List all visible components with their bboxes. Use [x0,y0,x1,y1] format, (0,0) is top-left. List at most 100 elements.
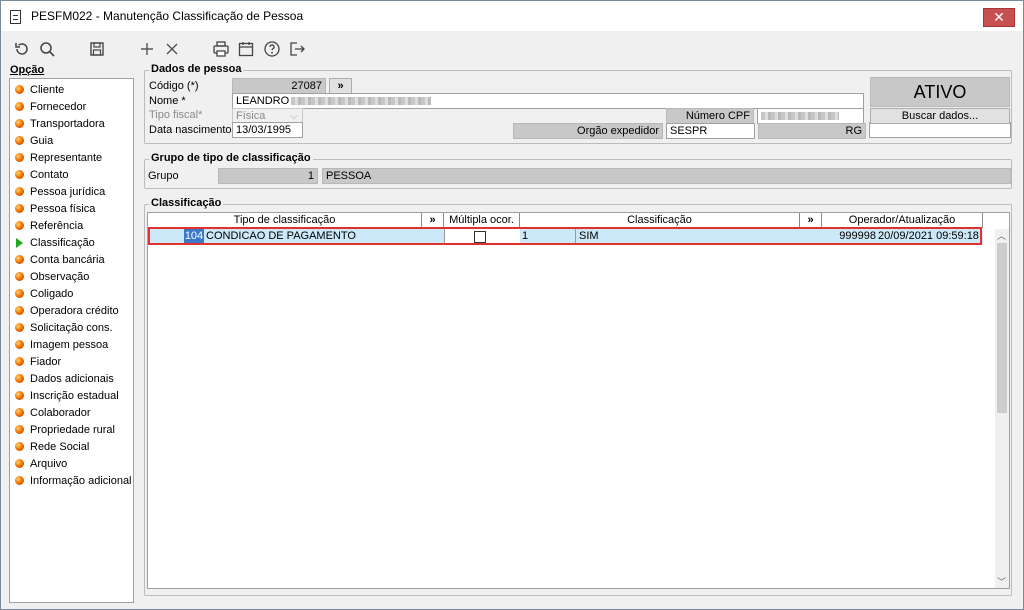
sidebar-item-guia[interactable]: Guia [13,132,53,149]
multipla-checkbox[interactable] [474,231,486,243]
sidebar-item-label: Dados adicionais [30,372,114,385]
sidebar-item-label: Fornecedor [30,100,87,113]
codigo-more-button[interactable]: » [329,78,352,94]
codigo-label: Código (*) [149,80,199,92]
sidebar-item-arquivo[interactable]: Arquivo [13,455,67,472]
sidebar-item-cliente[interactable]: Cliente [13,81,64,98]
sidebar-item-classificacao[interactable]: Classificação [13,234,95,251]
sidebar-item-label: Propriedade rural [30,423,115,436]
status-badge: ATIVO [870,77,1010,107]
document-icon [10,10,21,24]
bullet-icon [15,425,24,434]
sidebar-item-solicitacao-cons[interactable]: Solicitação cons. [13,319,113,336]
sidebar-item-representante[interactable]: Representante [13,149,102,166]
data-nascimento-field[interactable]: 13/03/1995 [232,122,303,138]
column-multipla[interactable]: Múltipla ocor. [444,213,520,228]
orgao-expedidor-field[interactable]: SESPR [666,123,755,139]
sidebar-item-label: Imagem pessoa [30,338,109,351]
grid-header: Tipo de classificação » Múltipla ocor. C… [148,213,983,228]
tipo-code-cell[interactable]: 104 [184,229,204,245]
cpf-field[interactable] [757,108,864,124]
column-operador[interactable]: Operador/Atualização [822,213,983,228]
bullet-icon [15,272,24,281]
orgao-expedidor-label: Orgão expedidor [513,123,663,139]
grupo-name-field: PESSOA [322,168,1011,184]
sidebar-item-label: Colaborador [30,406,91,419]
sidebar-item-label: Inscrição estadual [30,389,119,402]
operador-cell: 999998 [839,230,876,242]
sidebar-item-observacao[interactable]: Observação [13,268,89,285]
toolbar [1,35,1023,63]
sidebar-item-label: Informação adicional [30,474,132,487]
bullet-icon [15,442,24,451]
bullet-icon [15,323,24,332]
redacted-text [761,112,839,121]
sidebar-item-coligado[interactable]: Coligado [13,285,73,302]
chevron-down-icon: ⌵ [289,110,298,122]
help-icon[interactable] [262,39,282,59]
sidebar-item-informacao-adicional[interactable]: Informação adicional [13,472,132,489]
sidebar-item-referencia[interactable]: Referência [13,217,83,234]
calendar-icon[interactable] [236,39,256,59]
grupo-code-field[interactable]: 1 [218,168,318,184]
print-icon[interactable] [211,39,231,59]
scroll-up-icon[interactable]: ︿ [997,229,1006,242]
sidebar-item-fornecedor[interactable]: Fornecedor [13,98,86,115]
bullet-icon [15,221,24,230]
sidebar-item-inscricao-estadual[interactable]: Inscrição estadual [13,387,119,404]
tipo-fiscal-label: Tipo fiscal* [149,109,203,121]
sidebar-header: Opção [10,64,45,76]
sidebar-item-rede-social[interactable]: Rede Social [13,438,89,455]
bullet-icon [15,408,24,417]
table-row[interactable]: 104 CONDICAO DE PAGAMENTO 1 SIM 999998 2… [148,229,983,245]
window-title: PESFM022 - Manutenção Classificação de P… [31,9,304,23]
sidebar-item-label: Coligado [30,287,74,300]
cpf-label: Número CPF [666,108,754,124]
sidebar-item-fiador[interactable]: Fiador [13,353,61,370]
refresh-icon[interactable] [12,39,32,59]
sidebar-item-label: Representante [30,151,103,164]
sidebar-item-transportadora[interactable]: Transportadora [13,115,105,132]
bullet-icon [15,119,24,128]
bullet-icon [15,357,24,366]
classificacao-grid: Tipo de classificação » Múltipla ocor. C… [147,212,1010,589]
sidebar-item-conta-bancaria[interactable]: Conta bancária [13,251,105,268]
sidebar-item-contato[interactable]: Contato [13,166,69,183]
redacted-text [291,97,432,106]
sidebar-item-label: Cliente [30,83,65,96]
save-icon[interactable] [87,39,107,59]
column-tipo-classificacao[interactable]: Tipo de classificação [148,213,422,228]
column-tipo-more-button[interactable]: » [422,213,444,228]
sidebar-item-imagem-pessoa[interactable]: Imagem pessoa [13,336,108,353]
add-icon[interactable] [137,39,157,59]
close-button[interactable]: ✕ [983,8,1015,27]
sidebar-item-propriedade-rural[interactable]: Propriedade rural [13,421,115,438]
sidebar-item-operadora-credito[interactable]: Operadora crédito [13,302,119,319]
sidebar-item-pessoa-fisica[interactable]: Pessoa física [13,200,95,217]
sidebar-item-pessoa-juridica[interactable]: Pessoa jurídica [13,183,105,200]
column-classificacao[interactable]: Classificação [520,213,800,228]
bullet-icon [15,476,24,485]
tipo-name-cell: CONDICAO DE PAGAMENTO [206,230,356,242]
nome-field[interactable]: LEANDRO [232,93,864,109]
rg-label: RG [758,123,866,139]
search-icon[interactable] [37,39,57,59]
vertical-scrollbar[interactable]: ︿ ﹀ [995,229,1009,588]
column-class-more-button[interactable]: » [800,213,822,228]
sidebar-item-colaborador[interactable]: Colaborador [13,404,91,421]
scroll-thumb[interactable] [997,243,1007,413]
sidebar-item-label: Rede Social [30,440,90,453]
exit-icon[interactable] [287,39,307,59]
sidebar-item-label: Operadora crédito [30,304,119,317]
delete-icon[interactable] [162,39,182,59]
scroll-down-icon[interactable]: ﹀ [997,575,1006,588]
multipla-cell [444,229,520,245]
codigo-field[interactable]: 27087 [232,78,326,94]
bullet-icon [15,170,24,179]
bullet-icon [15,187,24,196]
sidebar-item-dados-adicionais[interactable]: Dados adicionais [13,370,114,387]
rg-field[interactable] [869,122,1011,138]
bullet-icon [15,136,24,145]
bullet-icon [15,204,24,213]
buscar-dados-button[interactable]: Buscar dados... [870,108,1010,124]
